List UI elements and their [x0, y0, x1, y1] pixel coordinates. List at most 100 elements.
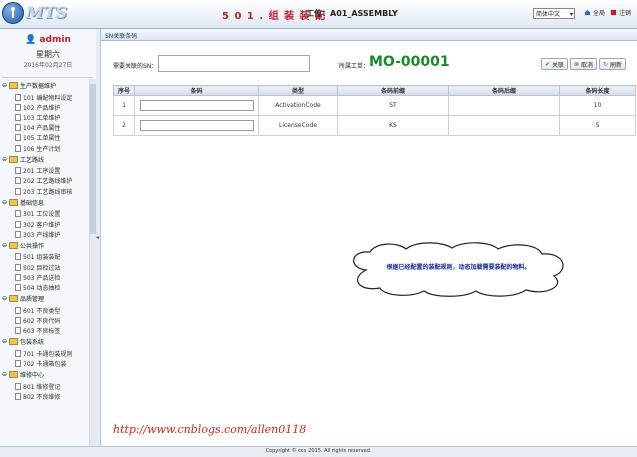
page-icon [15, 263, 21, 271]
sidebar-item[interactable]: 504 动态抽检 [15, 283, 60, 292]
col-type: 类型 [258, 85, 338, 96]
menu-group-label: 基础信息 [20, 199, 45, 207]
menu-group[interactable]: ⊖ 公共操作 [2, 241, 44, 250]
menu-group-label: 维修中心 [20, 372, 45, 380]
logout-label: 注销 [619, 10, 632, 17]
folder-icon [9, 338, 19, 346]
navigation-tree: ⊖ 生产数据维护 101 编配物料设定 102 产品维护 103 工单维护 104 产品属… [0, 79, 90, 446]
refresh-button[interactable]: ↻ 刷新 [599, 58, 627, 70]
sidebar-item-label: 104 产品属性 [23, 125, 61, 133]
sidebar-item[interactable]: 503 产品送检 [15, 273, 60, 282]
sidebar-item-label: 503 产品送检 [23, 274, 61, 282]
barcode-cell [134, 115, 259, 136]
col-prefix: 条码前缀 [337, 85, 449, 96]
page-icon [15, 306, 21, 314]
date: 2016年02月27日 [23, 62, 73, 69]
sidebar-item[interactable]: 203 工艺路线审核 [15, 187, 72, 196]
page-icon [15, 124, 21, 132]
sidebar-scrollbar[interactable] [89, 79, 96, 446]
station-label: 工位：A01_ASSEMBLY [306, 9, 398, 18]
sidebar-item[interactable]: 601 不良类型 [15, 306, 60, 315]
menu-group[interactable]: ⊖ 工艺路线 [2, 155, 44, 164]
logout-button[interactable]: 注销 [610, 8, 631, 17]
sn-input[interactable] [158, 55, 310, 72]
sidebar-item[interactable]: 501 组装装配 [15, 252, 60, 261]
collapse-icon: ⊖ [2, 155, 8, 163]
row-suffix [448, 115, 560, 136]
page-icon [15, 360, 21, 367]
page-icon [15, 327, 21, 335]
sidebar-item[interactable]: 502 目检过站 [15, 263, 60, 272]
row-prefix: ST [337, 95, 449, 116]
sn-label: 需要关联的SN： [113, 63, 158, 70]
sidebar-item[interactable]: 102 产品维护 [15, 103, 60, 112]
logout-icon [610, 9, 617, 16]
page-icon [15, 167, 21, 175]
folder-icon [9, 82, 19, 89]
row-length: 10 [559, 95, 636, 116]
folder-icon [9, 155, 19, 163]
user-name: 👤 admin [0, 35, 96, 45]
cancel-label: 取消 [581, 61, 594, 69]
row-type: ActivationCode [258, 95, 338, 116]
menu-group[interactable]: ⊖ 包装系统 [2, 337, 44, 346]
menu-group[interactable]: ⊖ 生产数据维护 [2, 81, 56, 90]
sidebar-item[interactable]: 802 不良维修 [15, 392, 60, 401]
sidebar-item[interactable]: 104 产品属性 [15, 123, 60, 132]
barcode-input[interactable] [139, 120, 254, 131]
barcode-cell [134, 95, 259, 116]
sidebar-item[interactable]: 103 工单维护 [15, 113, 60, 122]
sidebar-item-label: 702 卡通箱包装 [23, 361, 67, 368]
sidebar-item[interactable]: 603 不良标签 [15, 326, 60, 335]
row-prefix: KS [337, 115, 449, 136]
col-length: 条码长度 [559, 85, 636, 96]
page-icon [15, 253, 21, 261]
sidebar-item[interactable]: 201 工序设置 [15, 166, 60, 175]
collapse-icon: ⊖ [2, 198, 8, 206]
associate-button[interactable]: ✔ 关联 [541, 58, 569, 70]
cancel-button[interactable]: ⊗ 取消 [570, 58, 598, 70]
sidebar-item[interactable]: 602 不良代码 [15, 316, 60, 325]
sidebar: 👤 admin 星期六 2016年02月27日 ⊖ 生产数据维护 101 编配物料设… [0, 29, 97, 446]
sidebar-item[interactable]: 801 维修登记 [15, 382, 60, 391]
language-value: 简体中文 [536, 11, 561, 18]
mo-value: MO-00001 [369, 54, 450, 70]
sidebar-item-label: 106 生产计划 [23, 145, 61, 153]
folder-icon [9, 371, 19, 379]
sidebar-item[interactable]: 202 工艺路线维护 [15, 176, 72, 185]
sidebar-item-label: 101 编配物料设定 [23, 94, 73, 102]
weekday: 星期六 [36, 50, 60, 59]
page-icon [15, 392, 21, 400]
menu-group[interactable]: ⊖ 基础信息 [2, 198, 44, 207]
fullscreen-button[interactable]: 全局 [584, 8, 605, 17]
sidebar-item[interactable]: 303 产线维护 [15, 230, 60, 239]
sidebar-item-label: 701 卡通包装规则 [23, 350, 73, 358]
divider [2, 77, 93, 78]
menu-group[interactable]: ⊖ 维修中心 [2, 370, 44, 379]
user-icon: 👤 [25, 35, 37, 45]
refresh-icon: ↻ [603, 60, 609, 68]
collapse-icon: ⊖ [2, 371, 8, 379]
sidebar-item[interactable]: 701 卡通包装规则 [15, 349, 72, 358]
table-row: 2 LicenseCode KS 5 [113, 115, 636, 136]
col-suffix: 条码后缀 [448, 85, 560, 96]
table-header-row: 序号 条码 类型 条码前缀 条码后缀 条码长度 [113, 85, 636, 96]
sidebar-item[interactable]: 301 工位设置 [15, 209, 60, 218]
page-icon [15, 349, 21, 357]
menu-group[interactable]: ⊖ 品质管理 [2, 294, 44, 303]
callout-text: 根据已经配置的装配规则，动态加载需要装配的物料。 [386, 264, 531, 271]
sidebar-item-label: 802 不良维修 [23, 393, 61, 401]
fullscreen-label: 全局 [593, 10, 606, 17]
col-barcode: 条码 [134, 85, 259, 96]
page-icon [15, 134, 21, 142]
sidebar-item[interactable]: 105 工单属性 [15, 133, 60, 142]
sidebar-item[interactable]: 101 编配物料设定 [15, 93, 72, 102]
sidebar-item[interactable]: 302 客户维护 [15, 220, 60, 229]
language-select[interactable]: 简体中文 ▾ [533, 8, 575, 19]
sidebar-item[interactable]: 702 卡通箱包装 [15, 359, 66, 368]
panel-title: SN关联条码 [105, 33, 138, 40]
barcode-input[interactable] [139, 100, 254, 111]
main-content: SN关联条码 需要关联的SN： 所属工单： MO-00001 ✔ 关联 ⊗ 取消… [101, 29, 637, 446]
sidebar-item[interactable]: 106 生产计划 [15, 144, 60, 153]
panel-header: SN关联条码 [101, 29, 637, 41]
